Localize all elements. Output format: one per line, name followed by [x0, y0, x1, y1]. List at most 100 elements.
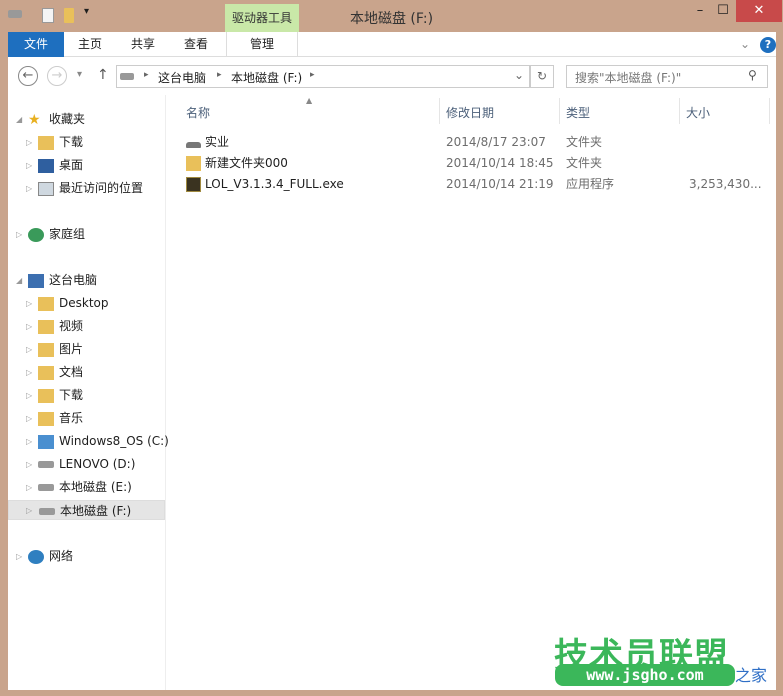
- network-icon: [28, 549, 44, 564]
- sidebar-item[interactable]: 文档: [38, 362, 83, 382]
- sidebar-item[interactable]: Desktop: [38, 293, 109, 313]
- breadcrumb-drive-f[interactable]: 本地磁盘 (F:): [231, 69, 302, 86]
- address-dropdown-icon[interactable]: ⌄: [514, 68, 524, 82]
- sidebar-item[interactable]: 这台电脑: [28, 270, 97, 290]
- sidebar-item[interactable]: 图片: [38, 339, 83, 359]
- folder-icon: [38, 388, 54, 403]
- expand-ribbon-icon[interactable]: ⌄: [740, 37, 750, 51]
- tab-file[interactable]: 文件: [8, 32, 64, 57]
- window-title: 本地磁盘 (F:): [349, 11, 434, 27]
- column-header-date[interactable]: 修改日期: [446, 104, 494, 124]
- sidebar-item-label: 下载: [59, 388, 84, 402]
- collapsed-arrow-icon[interactable]: ▷: [26, 322, 32, 331]
- sidebar-item[interactable]: 视频: [38, 316, 83, 336]
- file-type: 应用程序: [566, 177, 615, 191]
- folder-icon: [38, 296, 54, 311]
- file-type: 文件夹: [566, 135, 603, 149]
- collapsed-arrow-icon[interactable]: ▷: [26, 483, 32, 492]
- column-header-size[interactable]: 大小: [686, 104, 710, 124]
- collapsed-arrow-icon[interactable]: ▷: [26, 368, 32, 377]
- sidebar-item[interactable]: Windows8_OS (C:): [38, 431, 169, 451]
- sidebar-item[interactable]: 最近访问的位置: [38, 178, 143, 198]
- collapsed-arrow-icon[interactable]: ▷: [26, 414, 32, 423]
- sidebar-item-label: 图片: [59, 342, 84, 356]
- maximize-button[interactable]: ☐: [713, 0, 733, 22]
- sidebar-item[interactable]: ★ 收藏夹: [28, 109, 85, 129]
- homegroup-icon: [28, 227, 44, 242]
- search-input[interactable]: 搜索"本地磁盘 (F:)": [566, 65, 768, 88]
- collapsed-arrow-icon[interactable]: ▷: [26, 345, 32, 354]
- collapsed-arrow-icon[interactable]: ▷: [26, 299, 32, 308]
- drive-icon: [39, 508, 55, 515]
- file-date: 2014/10/14 18:45: [446, 156, 554, 170]
- column-header-name[interactable]: 名称: [186, 104, 210, 124]
- sidebar-item-label: 这台电脑: [49, 273, 98, 287]
- up-button[interactable]: ↑: [97, 67, 109, 83]
- search-icon[interactable]: ⚲: [748, 68, 757, 82]
- column-divider[interactable]: [769, 98, 770, 124]
- forward-button[interactable]: →: [47, 66, 67, 86]
- collapsed-arrow-icon[interactable]: ▷: [26, 391, 32, 400]
- sidebar-item[interactable]: 桌面: [38, 155, 83, 175]
- recent-locations-button[interactable]: ▾: [77, 69, 82, 80]
- sidebar-item[interactable]: 网络: [28, 546, 73, 566]
- file-date: 2014/8/17 23:07: [446, 135, 546, 149]
- sidebar-item-label: 下载: [59, 135, 84, 149]
- recent-places-icon: [38, 181, 54, 196]
- column-header-type[interactable]: 类型: [566, 104, 590, 124]
- chevron-right-icon[interactable]: ▸: [144, 70, 149, 80]
- collapsed-arrow-icon[interactable]: ▷: [16, 552, 22, 561]
- sidebar-item[interactable]: 下载: [38, 132, 83, 152]
- drive-tools-tab-group: 驱动器工具: [225, 4, 299, 32]
- sidebar-item-label: 桌面: [59, 158, 84, 172]
- file-row[interactable]: 新建文件夹000 2014/10/14 18:45 文件夹: [186, 153, 766, 173]
- collapsed-arrow-icon[interactable]: ▷: [26, 138, 32, 147]
- expanded-arrow-icon[interactable]: ◢: [16, 276, 22, 285]
- folder-icon: [38, 411, 54, 426]
- tab-home[interactable]: 主页: [70, 32, 110, 57]
- sidebar-item-label: Desktop: [59, 296, 109, 310]
- sidebar-item[interactable]: 本地磁盘 (E:): [38, 477, 132, 497]
- chevron-right-icon[interactable]: ▸: [217, 70, 222, 80]
- help-icon[interactable]: ?: [760, 37, 776, 53]
- collapsed-arrow-icon[interactable]: ▷: [26, 161, 32, 170]
- sidebar-item[interactable]: 音乐: [38, 408, 83, 428]
- minimize-button[interactable]: –: [690, 0, 710, 22]
- drive-icon: [38, 461, 54, 468]
- folder-icon: [38, 319, 54, 334]
- sidebar-item[interactable]: LENOVO (D:): [38, 454, 135, 474]
- collapsed-arrow-icon[interactable]: ▷: [26, 184, 32, 193]
- chevron-right-icon[interactable]: ▸: [310, 70, 315, 80]
- exe-icon: [186, 177, 201, 192]
- file-row[interactable]: 实业 2014/8/17 23:07 文件夹: [186, 132, 766, 152]
- column-divider[interactable]: [559, 98, 560, 124]
- tab-manage[interactable]: 管理: [226, 32, 298, 57]
- watermark-url: www.jsgho.com: [555, 664, 735, 686]
- file-type: 文件夹: [566, 156, 603, 170]
- sidebar-item-label: 收藏夹: [49, 112, 86, 126]
- collapsed-arrow-icon[interactable]: ▷: [26, 437, 32, 446]
- drive-icon: [120, 73, 134, 80]
- file-name: LOL_V3.1.3.4_FULL.exe: [205, 177, 344, 191]
- expanded-arrow-icon[interactable]: ◢: [16, 115, 22, 124]
- file-row[interactable]: LOL_V3.1.3.4_FULL.exe 2014/10/14 21:19 应用程…: [186, 174, 766, 194]
- back-button[interactable]: ←: [18, 66, 38, 86]
- file-name: 新建文件夹000: [205, 156, 288, 170]
- refresh-button[interactable]: ↻: [530, 65, 554, 88]
- collapsed-arrow-icon[interactable]: ▷: [26, 506, 32, 515]
- sidebar-item[interactable]: 下载: [38, 385, 83, 405]
- windows-drive-icon: [38, 434, 54, 449]
- sort-ascending-icon: ▲: [306, 96, 313, 105]
- close-button[interactable]: ✕: [736, 0, 782, 22]
- computer-icon: [28, 273, 44, 288]
- tab-share[interactable]: 共享: [123, 32, 163, 57]
- sidebar-item-label: 音乐: [59, 411, 84, 425]
- folder-icon: [38, 342, 54, 357]
- column-divider[interactable]: [679, 98, 680, 124]
- sidebar-item[interactable]: 家庭组: [28, 224, 85, 244]
- column-divider[interactable]: [439, 98, 440, 124]
- breadcrumb-this-pc[interactable]: 这台电脑: [158, 69, 206, 86]
- tab-view[interactable]: 查看: [176, 32, 216, 57]
- collapsed-arrow-icon[interactable]: ▷: [26, 460, 32, 469]
- collapsed-arrow-icon[interactable]: ▷: [16, 230, 22, 239]
